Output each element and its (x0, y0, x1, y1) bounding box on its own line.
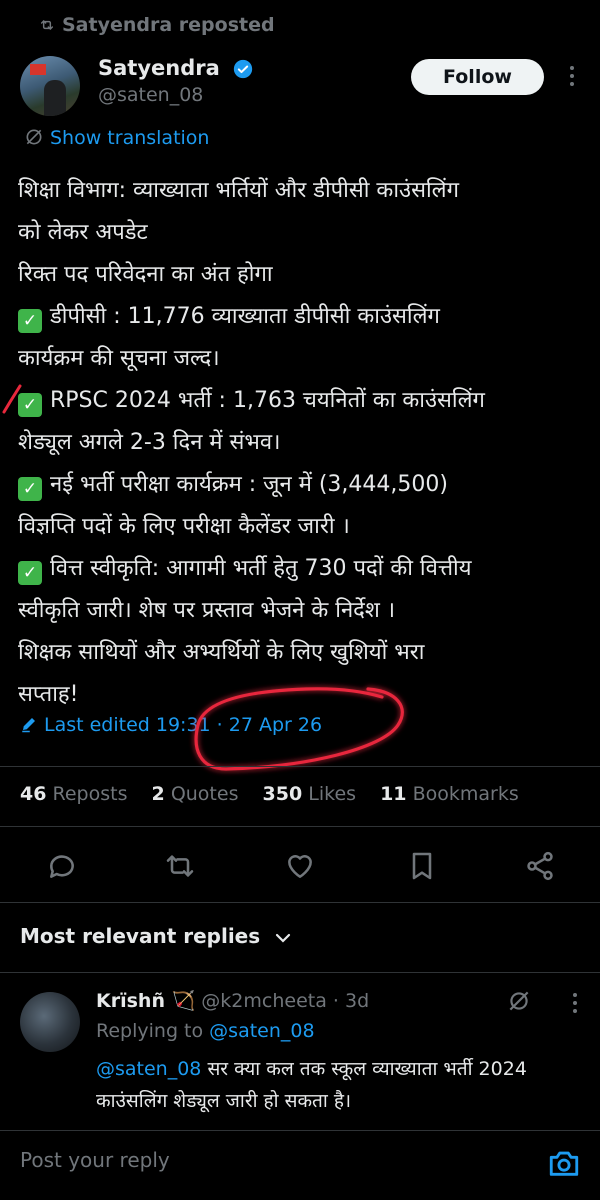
author-avatar[interactable] (20, 56, 80, 116)
reply-time[interactable]: 3d (345, 990, 369, 1012)
post-line: शिक्षा विभाग: व्याख्याता भर्तियों और डीप… (18, 178, 459, 203)
annotation-tick-mark (2, 384, 22, 414)
post-line: शेड्यूल अगले 2-3 दिन में संभव। (18, 430, 281, 455)
reply-author-handle[interactable]: @k2mcheeta (201, 990, 327, 1012)
translate-icon (26, 129, 42, 145)
author-name-text: Satyendra (98, 56, 220, 80)
like-icon[interactable] (284, 850, 316, 882)
bookmark-icon[interactable] (406, 850, 438, 882)
quotes-label[interactable]: Quotes (171, 783, 239, 805)
verified-icon (233, 59, 253, 79)
post-stats: 46 Reposts 2 Quotes 350 Likes 11 Bookmar… (20, 783, 537, 805)
check-icon: ✓ (18, 561, 42, 585)
bookmarks-label[interactable]: Bookmarks (413, 783, 519, 805)
replies-sort-label: Most relevant replies (20, 924, 261, 948)
reply-input[interactable]: Post your reply (20, 1148, 170, 1172)
post-line: को लेकर अपडेट (18, 220, 148, 245)
post-line: ✓ डीपीसी : 11,776 व्याख्याता डीपीसी काउंस… (18, 296, 588, 338)
more-icon[interactable] (562, 64, 582, 88)
post-line: ✓ वित्त स्वीकृति: आगामी भर्ती हेतु 730 पद… (18, 548, 588, 590)
repost-icon (40, 20, 54, 30)
reply-author-name[interactable]: Krïshñ 🏹 (96, 990, 195, 1012)
reply-header: Krïshñ 🏹 @k2mcheeta · 3d (96, 989, 369, 1012)
reply-icon[interactable] (46, 850, 78, 882)
divider (0, 972, 600, 973)
post-body: शिक्षा विभाग: व्याख्याता भर्तियों और डीप… (18, 170, 588, 716)
post-line: ✓ RPSC 2024 भर्ती : 1,763 चयनितों का काउं… (18, 380, 588, 422)
author-handle[interactable]: @saten_08 (98, 84, 203, 106)
more-icon[interactable] (566, 992, 584, 1014)
chevron-down-icon (276, 933, 291, 943)
divider (0, 1130, 600, 1131)
show-translation-link[interactable]: Show translation (24, 127, 209, 149)
post-line: स्वीकृति जारी। शेष पर प्रस्ताव भेजने के … (18, 598, 396, 623)
check-icon: ✓ (18, 477, 42, 501)
retweet-icon[interactable] (164, 850, 196, 882)
post-line: रिक्त पद परिवेदना का अंत होगा (18, 262, 273, 287)
post-line: शिक्षक साथियों और अभ्यर्थियों के लिए खुश… (18, 640, 425, 665)
repost-header-text: Satyendra reposted (62, 14, 275, 36)
show-translation-text: Show translation (50, 127, 210, 149)
reply-separator: · (332, 990, 339, 1012)
annotation-circle (194, 687, 404, 771)
post-line: ✓ नई भर्ती परीक्षा कार्यक्रम : जून में (3… (18, 464, 588, 506)
camera-icon[interactable] (546, 1146, 582, 1180)
divider (0, 826, 600, 827)
reply-body: @saten_08 सर क्या कल तक स्कूल व्याख्याता… (96, 1053, 591, 1117)
divider (0, 766, 600, 767)
replying-to-handle[interactable]: @saten_08 (209, 1020, 314, 1042)
check-icon: ✓ (18, 309, 42, 333)
reposts-count[interactable]: 46 (20, 783, 46, 805)
edit-icon (22, 718, 35, 733)
post-line: कार्यक्रम की सूचना जल्द। (18, 346, 220, 371)
likes-count[interactable]: 350 (263, 783, 303, 805)
replies-sort-dropdown[interactable]: Most relevant replies (20, 924, 291, 948)
reply-line: @saten_08 सर क्या कल तक स्कूल व्याख्याता… (96, 1058, 527, 1080)
quotes-count[interactable]: 2 (152, 783, 165, 805)
reply-line: काउंसलिंग शेड्यूल जारी हो सकता है। (96, 1090, 352, 1112)
reply-mention[interactable]: @saten_08 (96, 1058, 201, 1080)
share-icon[interactable] (524, 850, 556, 882)
replying-to-prefix: Replying to (96, 1020, 204, 1042)
repost-header: Satyendra reposted (40, 14, 275, 36)
bookmarks-count[interactable]: 11 (380, 783, 406, 805)
author-name[interactable]: Satyendra (98, 56, 253, 80)
reposts-label[interactable]: Reposts (53, 783, 128, 805)
follow-button[interactable]: Follow (411, 59, 544, 95)
divider (0, 902, 600, 903)
reply-avatar[interactable] (20, 992, 80, 1052)
grok-icon[interactable] (506, 988, 532, 1014)
post-line: विज्ञप्ति पदों के लिए परीक्षा कैलेंडर जा… (18, 514, 350, 539)
likes-label[interactable]: Likes (308, 783, 356, 805)
replying-to: Replying to @saten_08 (96, 1020, 315, 1042)
